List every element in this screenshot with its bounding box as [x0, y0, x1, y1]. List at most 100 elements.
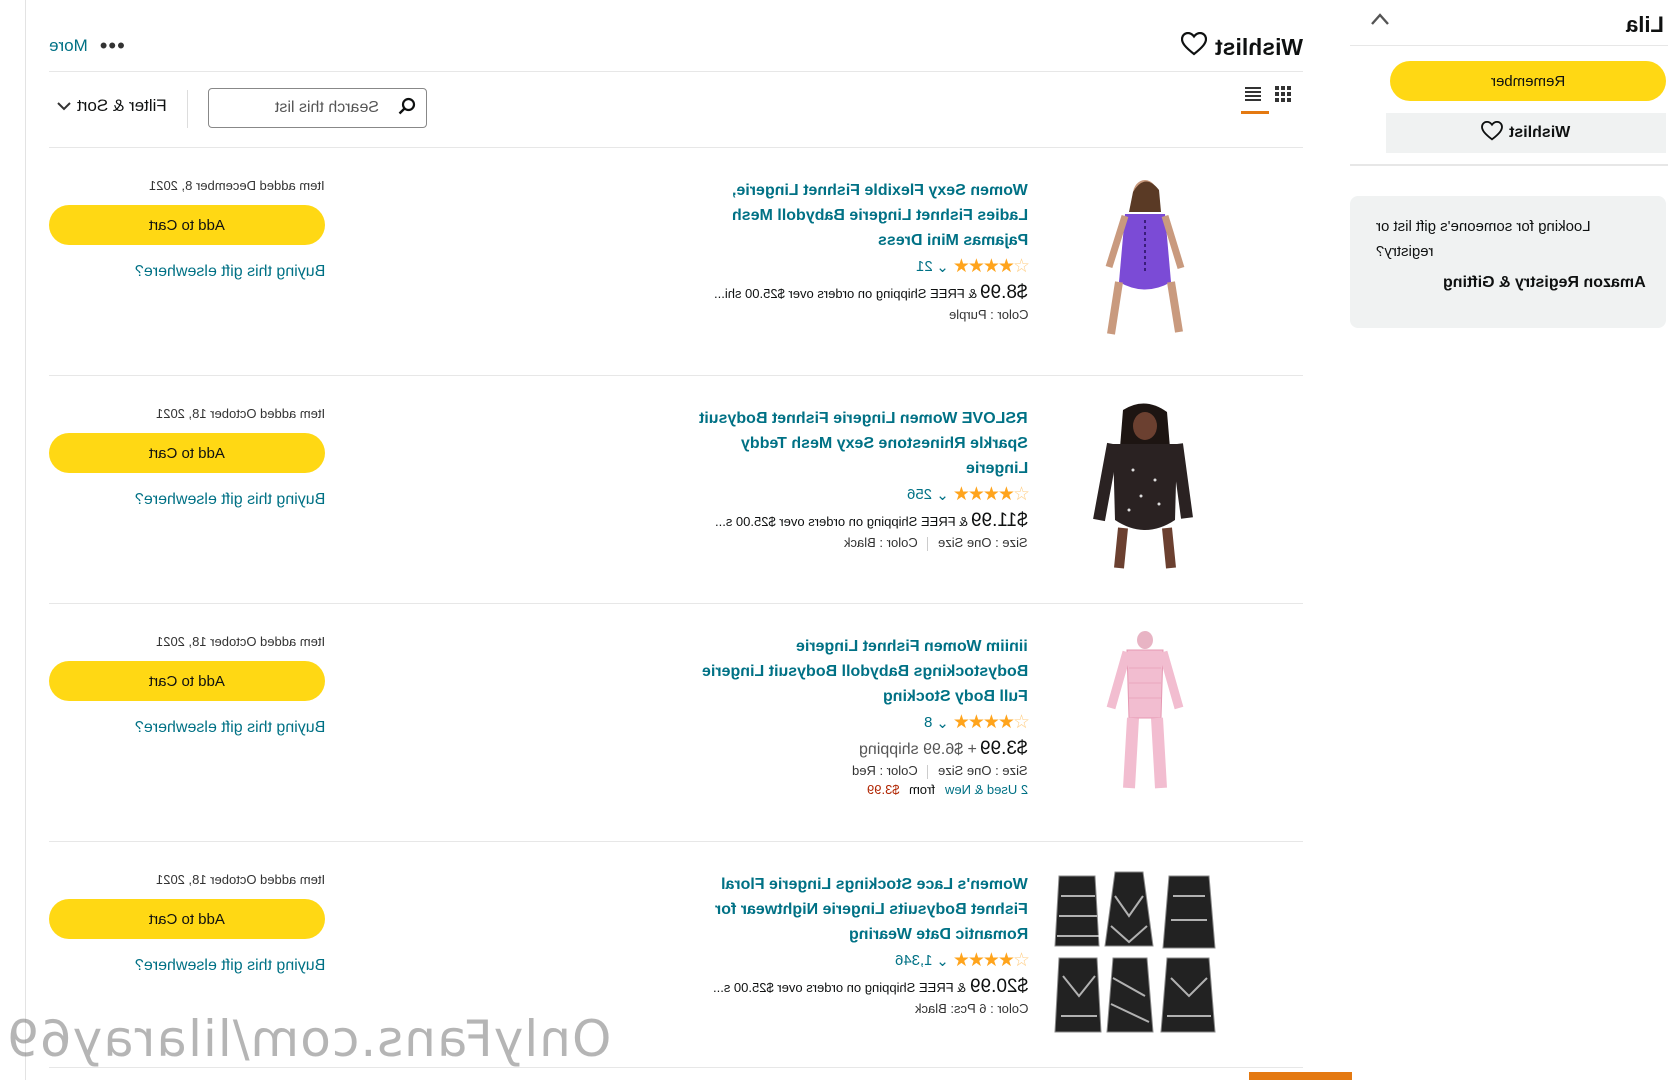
item-title-link[interactable]: RSLOVE Women Lingerie Fishnet Bodysuit S… — [648, 406, 1028, 481]
left-gutter-divider — [25, 0, 26, 1080]
price-line: & FREE Shipping on orders over $25.00 sh… — [648, 282, 1028, 304]
wishlist-item: Item added October 18, 2021 Add to Cart … — [49, 604, 1303, 842]
item-actions: Item added October 18, 2021 Add to Cart … — [49, 406, 325, 509]
date-added: Item added December 8, 2021 — [149, 178, 325, 193]
gift-registry-card: Looking for someone's gift list or regis… — [1350, 196, 1666, 328]
list-title-text: Wishlist — [1215, 33, 1303, 60]
owner-name: Lila — [1626, 12, 1664, 37]
item-title-link[interactable]: iiniim Women Fishnet Lingerie Bodystocki… — [648, 634, 1028, 709]
product-thumbnail[interactable] — [1063, 628, 1228, 798]
buying-elsewhere-link[interactable]: Buying this gift elsewhere? — [49, 491, 325, 509]
gift-question: Looking for someone's gift list or regis… — [1376, 218, 1591, 260]
item-price: $20.99 — [969, 976, 1028, 997]
price-line: & FREE Shipping on orders over $25.00 s.… — [648, 976, 1028, 998]
item-price: $8.99 — [980, 282, 1028, 303]
list-view-icon[interactable] — [1241, 86, 1269, 114]
list-title: Wishlist — [1180, 31, 1303, 62]
item-variant: Color : 6 Pcs: Black — [914, 1001, 1028, 1016]
search-icon[interactable] — [398, 97, 416, 120]
grid-view-icon[interactable] — [1275, 86, 1291, 102]
review-count[interactable]: 8 — [924, 714, 932, 731]
item-actions: Item added October 18, 2021 Add to Cart … — [49, 634, 325, 737]
registry-link[interactable]: Amazon Registry & Gifting — [1370, 274, 1646, 292]
heart-icon — [1180, 31, 1208, 62]
price-line: + $6.99 shipping $3.99 — [648, 738, 1028, 760]
item-rating[interactable]: 1,346 ⌄ ★★★★☆ — [648, 949, 1030, 972]
chevron-down-icon: ⌄ — [936, 258, 949, 276]
wishlist-main-panel: More ••• Wishlist Filter & Sort Search t… — [49, 0, 1352, 1080]
toolbar-divider — [187, 90, 188, 128]
more-menu-button[interactable]: More ••• — [49, 33, 126, 58]
item-rating[interactable]: 21 ⌄ ★★★★☆ — [648, 255, 1030, 278]
add-to-cart-button[interactable]: Add to Cart — [49, 899, 325, 939]
watermark: OnlyFans.com/lilaray69 — [6, 1010, 612, 1068]
product-thumbnail[interactable] — [1063, 400, 1228, 570]
shipping-text: & FREE Shipping on orders over $25.00 s.… — [713, 980, 967, 995]
chevron-down-icon: ⌄ — [936, 952, 949, 970]
side-divider — [1350, 164, 1668, 166]
used-price: $3.99 — [867, 781, 900, 797]
list-toolbar: Filter & Sort — [49, 72, 1303, 148]
bottom-accent-bar — [1249, 1072, 1352, 1080]
item-variant: Color : Purple — [948, 307, 1028, 322]
chevron-down-icon: ⌄ — [936, 486, 949, 504]
buying-elsewhere-link[interactable]: Buying this gift elsewhere? — [49, 263, 325, 281]
ellipsis-icon: ••• — [99, 33, 126, 58]
date-added: Item added October 18, 2021 — [155, 634, 325, 649]
heart-icon — [1481, 120, 1504, 146]
filter-sort-label: Filter & Sort — [77, 96, 167, 115]
item-title-link[interactable]: Women Sexy Flexible Fishnet Lingerie, La… — [648, 178, 1028, 253]
wishlist-nav-item[interactable]: Wishlist — [1386, 113, 1666, 153]
review-count[interactable]: 256 — [907, 486, 932, 503]
wishlist-item: Item added October 18, 2021 Add to Cart … — [49, 376, 1303, 604]
item-info: Women's Lace Stockings Lingerie Floral F… — [648, 872, 1030, 1016]
review-count[interactable]: 1,346 — [895, 952, 933, 969]
item-rating[interactable]: 256 ⌄ ★★★★☆ — [648, 483, 1030, 506]
used-new-offers: $3.99 from 2 Used & New — [648, 782, 1028, 797]
item-info: iiniim Women Fishnet Lingerie Bodystocki… — [648, 634, 1030, 797]
star-rating-icon: ★★★★☆ — [952, 484, 1030, 505]
owner-header: Lila — [1350, 8, 1668, 46]
wishlist-item: Item added December 8, 2021 Add to Cart … — [49, 148, 1303, 376]
view-toggle — [1241, 86, 1291, 114]
more-label: More — [49, 36, 88, 55]
remember-button[interactable]: Remember — [1390, 61, 1666, 101]
shipping-text: & FREE Shipping on orders over $25.00 s.… — [714, 514, 968, 529]
product-thumbnail[interactable] — [1049, 866, 1229, 1036]
star-rating-icon: ★★★★☆ — [952, 712, 1030, 733]
chevron-down-icon: ⌄ — [936, 714, 949, 732]
item-info: Women Sexy Flexible Fishnet Lingerie, La… — [648, 178, 1030, 322]
price-line: & FREE Shipping on orders over $25.00 s.… — [648, 510, 1028, 532]
item-actions: Item added October 18, 2021 Add to Cart … — [49, 872, 325, 975]
chevron-up-icon[interactable] — [1370, 12, 1390, 31]
item-variant: Color : Black Size : One Size — [843, 535, 1028, 551]
item-variant: Color : Red Size : One Size — [851, 763, 1028, 779]
owner-side-panel: Lila Remember Wishlist Looking for someo… — [1350, 0, 1668, 1080]
search-input[interactable] — [219, 99, 379, 117]
product-thumbnail[interactable] — [1063, 172, 1228, 342]
item-rating[interactable]: 8 ⌄ ★★★★☆ — [648, 711, 1030, 734]
wishlist-nav-label: Wishlist — [1509, 124, 1571, 141]
list-header: More ••• Wishlist — [49, 26, 1303, 72]
used-new-link[interactable]: 2 Used & New — [945, 782, 1028, 797]
buying-elsewhere-link[interactable]: Buying this gift elsewhere? — [49, 719, 325, 737]
shipping-text: & FREE Shipping on orders over $25.00 sh… — [713, 286, 977, 301]
add-to-cart-button[interactable]: Add to Cart — [49, 205, 325, 245]
item-price: $3.99 — [980, 738, 1028, 759]
search-list-box[interactable] — [208, 88, 427, 128]
shipping-text: + $6.99 shipping — [858, 741, 977, 758]
item-info: RSLOVE Women Lingerie Fishnet Bodysuit S… — [648, 406, 1030, 551]
item-actions: Item added December 8, 2021 Add to Cart … — [49, 178, 325, 281]
add-to-cart-button[interactable]: Add to Cart — [49, 433, 325, 473]
filter-sort-button[interactable]: Filter & Sort — [57, 96, 167, 116]
star-rating-icon: ★★★★☆ — [952, 950, 1030, 971]
used-from-label: from — [909, 781, 936, 797]
buying-elsewhere-link[interactable]: Buying this gift elsewhere? — [49, 957, 325, 975]
item-title-link[interactable]: Women's Lace Stockings Lingerie Floral F… — [648, 872, 1028, 947]
star-rating-icon: ★★★★☆ — [952, 256, 1030, 277]
review-count[interactable]: 21 — [916, 258, 933, 275]
date-added: Item added October 18, 2021 — [155, 406, 325, 421]
date-added: Item added October 18, 2021 — [155, 872, 325, 887]
add-to-cart-button[interactable]: Add to Cart — [49, 661, 325, 701]
item-price: $11.99 — [971, 510, 1028, 531]
